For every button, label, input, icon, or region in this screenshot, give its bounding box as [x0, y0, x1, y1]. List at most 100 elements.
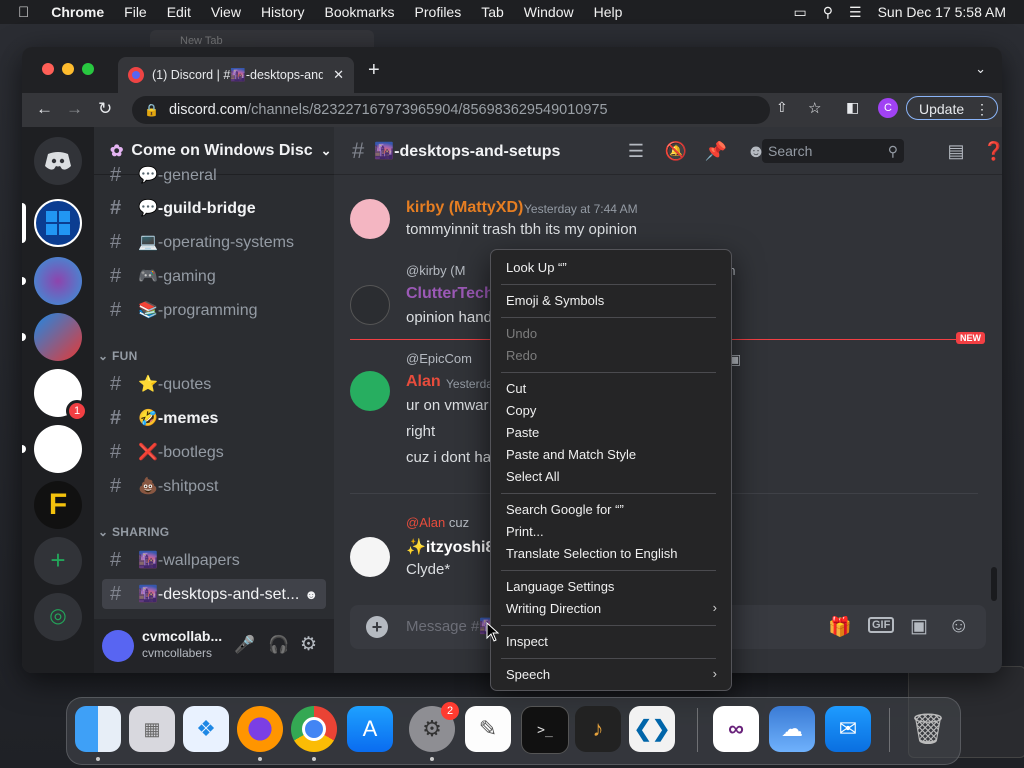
message-author[interactable]: Alan: [406, 373, 441, 391]
menu-item-search-google[interactable]: Search Google for “”: [506, 502, 624, 517]
gif-icon[interactable]: GIF: [868, 617, 895, 633]
invite-member-icon[interactable]: ☻: [304, 587, 318, 602]
pin-icon[interactable]: 📌: [704, 139, 728, 163]
message-author[interactable]: ClutterTech: [406, 285, 494, 303]
menu-item-emoji-symbols[interactable]: Emoji & Symbols: [506, 293, 604, 308]
close-window-button[interactable]: [42, 63, 54, 75]
avatar[interactable]: [350, 199, 390, 239]
app-store-icon[interactable]: A: [347, 706, 393, 752]
message-input[interactable]: Message #🌆: [406, 617, 498, 635]
message-author[interactable]: kirby (MattyXD): [406, 199, 523, 217]
menubar-edit[interactable]: Edit: [167, 4, 191, 20]
channel-wallpapers[interactable]: # 🌆-wallpapers: [102, 545, 326, 575]
forward-arrow-icon[interactable]: →: [66, 99, 83, 119]
address-bar[interactable]: 🔒 discord.com /channels/8232271679739659…: [132, 96, 770, 124]
screen-mirroring-icon[interactable]: ▭: [794, 4, 807, 21]
visual-studio-icon[interactable]: ∞: [713, 706, 759, 752]
menubar-help[interactable]: Help: [594, 4, 623, 20]
explore-servers-icon[interactable]: ◎: [34, 593, 82, 641]
safari-icon[interactable]: ❖: [183, 706, 229, 752]
tab-discord[interactable]: (1) Discord | #🌆-desktops-and- ✕: [118, 57, 354, 93]
menu-item-select-all[interactable]: Select All: [506, 469, 559, 484]
weather-icon[interactable]: ☁: [769, 706, 815, 752]
menu-item-print[interactable]: Print...: [506, 524, 544, 539]
lock-icon[interactable]: 🔒: [144, 103, 159, 117]
chrome-icon[interactable]: [291, 706, 337, 752]
attach-plus-icon[interactable]: +: [366, 616, 388, 638]
notification-bell-muted-icon[interactable]: 🔕: [664, 139, 688, 163]
minimize-window-button[interactable]: [62, 63, 74, 75]
add-server-icon[interactable]: +: [34, 537, 82, 585]
update-button[interactable]: Update ⋮: [906, 96, 998, 120]
more-options-icon[interactable]: ⋮: [975, 97, 989, 121]
finder-icon[interactable]: [75, 706, 121, 752]
close-tab-icon[interactable]: ✕: [333, 67, 344, 83]
menu-item-look-up[interactable]: Look Up “”: [506, 260, 567, 275]
channel-quotes[interactable]: # ⭐-quotes: [102, 369, 326, 399]
inbox-icon[interactable]: ▤: [944, 139, 968, 163]
gift-icon[interactable]: 🎁: [828, 615, 852, 639]
menu-item-paste-match-style[interactable]: Paste and Match Style: [506, 447, 636, 462]
menubar-profiles[interactable]: Profiles: [415, 4, 462, 20]
textedit-icon[interactable]: ✎: [465, 706, 511, 752]
threads-icon[interactable]: ☰: [624, 139, 648, 163]
reply-reference[interactable]: @EpicCom: [406, 351, 472, 366]
search-input[interactable]: Search ⚲: [762, 139, 904, 163]
reply-reference[interactable]: @Alan cuz: [406, 515, 469, 530]
menubar-bookmarks[interactable]: Bookmarks: [325, 4, 395, 20]
garageband-icon[interactable]: ♪: [575, 706, 621, 752]
avatar[interactable]: [350, 371, 390, 411]
channel-general[interactable]: # 💬-general: [102, 165, 326, 185]
reply-reference[interactable]: @kirby (M: [406, 263, 465, 278]
gear-icon[interactable]: ⚙: [300, 633, 317, 656]
profile-avatar[interactable]: C: [878, 98, 898, 118]
category-fun[interactable]: ⌄ FUN: [98, 349, 138, 363]
server-whos-your-daddy-icon[interactable]: [34, 257, 82, 305]
menubar-app-name[interactable]: Chrome: [51, 4, 104, 20]
channel-guild-bridge[interactable]: # 💬-guild-bridge: [102, 193, 326, 223]
bookmark-star-icon[interactable]: ☆: [808, 99, 821, 117]
headphones-icon[interactable]: 🎧: [268, 635, 289, 655]
message-scrollbar[interactable]: [991, 567, 997, 601]
firefox-icon[interactable]: [237, 706, 283, 752]
menubar-history[interactable]: History: [261, 4, 305, 20]
server-windows-icon[interactable]: [34, 199, 82, 247]
server-sailboat-icon[interactable]: [34, 425, 82, 473]
menu-item-paste[interactable]: Paste: [506, 425, 539, 440]
discord-home-icon[interactable]: [34, 137, 82, 185]
mail-icon[interactable]: ✉: [825, 706, 871, 752]
muted-microphone-icon[interactable]: 🎤: [234, 635, 255, 655]
share-icon[interactable]: ⇧: [776, 99, 788, 116]
menu-item-language-settings[interactable]: Language Settings: [506, 579, 614, 594]
server-f-icon[interactable]: F: [34, 481, 82, 529]
terminal-icon[interactable]: >_: [521, 706, 569, 754]
channel-desktops-and-setups[interactable]: # 🌆-desktops-and-set... ☻: [102, 579, 326, 609]
menubar-view[interactable]: View: [211, 4, 241, 20]
spotlight-search-icon[interactable]: ⚲: [823, 4, 833, 21]
menubar-window[interactable]: Window: [524, 4, 574, 20]
channel-bootlegs[interactable]: # ❌-bootlegs: [102, 437, 326, 467]
tab-search-chevron-icon[interactable]: ⌄: [975, 61, 986, 77]
category-sharing[interactable]: ⌄ SHARING: [98, 525, 169, 539]
channel-gaming[interactable]: # 🎮-gaming: [102, 261, 326, 291]
vscode-icon[interactable]: ❮❯: [629, 706, 675, 752]
back-arrow-icon[interactable]: ←: [36, 99, 53, 119]
reload-icon[interactable]: ↻: [98, 99, 112, 119]
channel-programming[interactable]: # 📚-programming: [102, 295, 326, 325]
new-tab-button[interactable]: +: [368, 59, 380, 82]
zoom-window-button[interactable]: [82, 63, 94, 75]
menubar-clock[interactable]: Sun Dec 17 5:58 AM: [878, 4, 1006, 20]
avatar[interactable]: [350, 537, 390, 577]
launchpad-icon[interactable]: ▦: [129, 706, 175, 752]
apple-icon[interactable]: : [18, 4, 29, 21]
menubar-file[interactable]: File: [124, 4, 147, 20]
sticker-icon[interactable]: ▣: [910, 615, 928, 638]
channel-operating-systems[interactable]: # 💻-operating-systems: [102, 227, 326, 257]
menu-item-inspect[interactable]: Inspect: [506, 634, 548, 649]
trash-icon[interactable]: 🗑: [905, 706, 951, 752]
menu-item-cut[interactable]: Cut: [506, 381, 526, 396]
avatar[interactable]: [102, 630, 134, 662]
server-sonic-icon[interactable]: [34, 313, 82, 361]
emoji-icon[interactable]: ☺: [948, 614, 969, 638]
channel-shitpost[interactable]: # 💩-shitpost: [102, 471, 326, 501]
